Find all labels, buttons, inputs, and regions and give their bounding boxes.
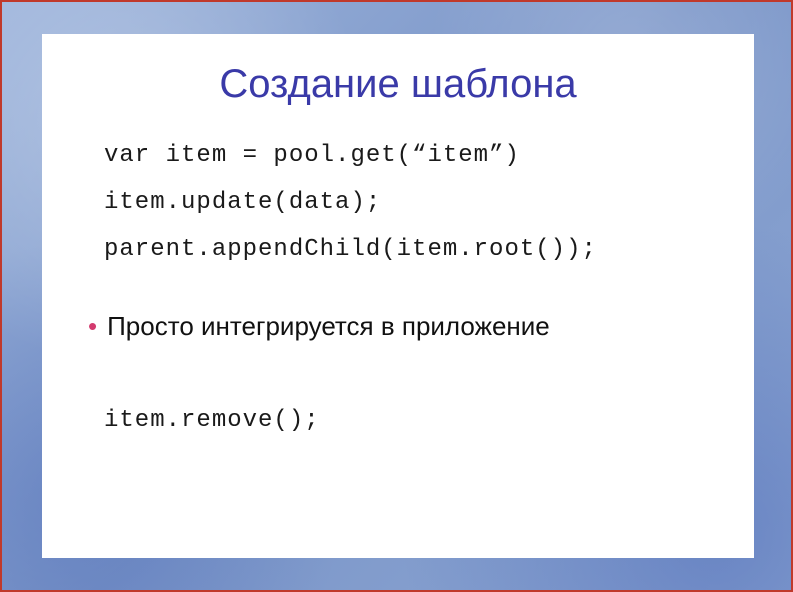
slide-card: Создание шаблона var item = pool.get(“it… [42, 34, 754, 558]
bullet-text: Просто интегрируется в приложение [107, 311, 550, 342]
bullet-item: • Просто интегрируется в приложение [88, 311, 718, 342]
code-block-1: var item = pool.get(“item”) item.update(… [104, 133, 718, 273]
bullet-icon: • [88, 313, 97, 339]
code-line: var item = pool.get(“item”) [104, 142, 520, 169]
code-line: parent.appendChild(item.root()); [104, 236, 597, 263]
slide-frame: Создание шаблона var item = pool.get(“it… [0, 0, 793, 592]
code-block-2: item.remove(); [104, 398, 718, 445]
code-line: item.update(data); [104, 189, 381, 216]
slide-title: Создание шаблона [78, 62, 718, 107]
code-line: item.remove(); [104, 407, 320, 434]
